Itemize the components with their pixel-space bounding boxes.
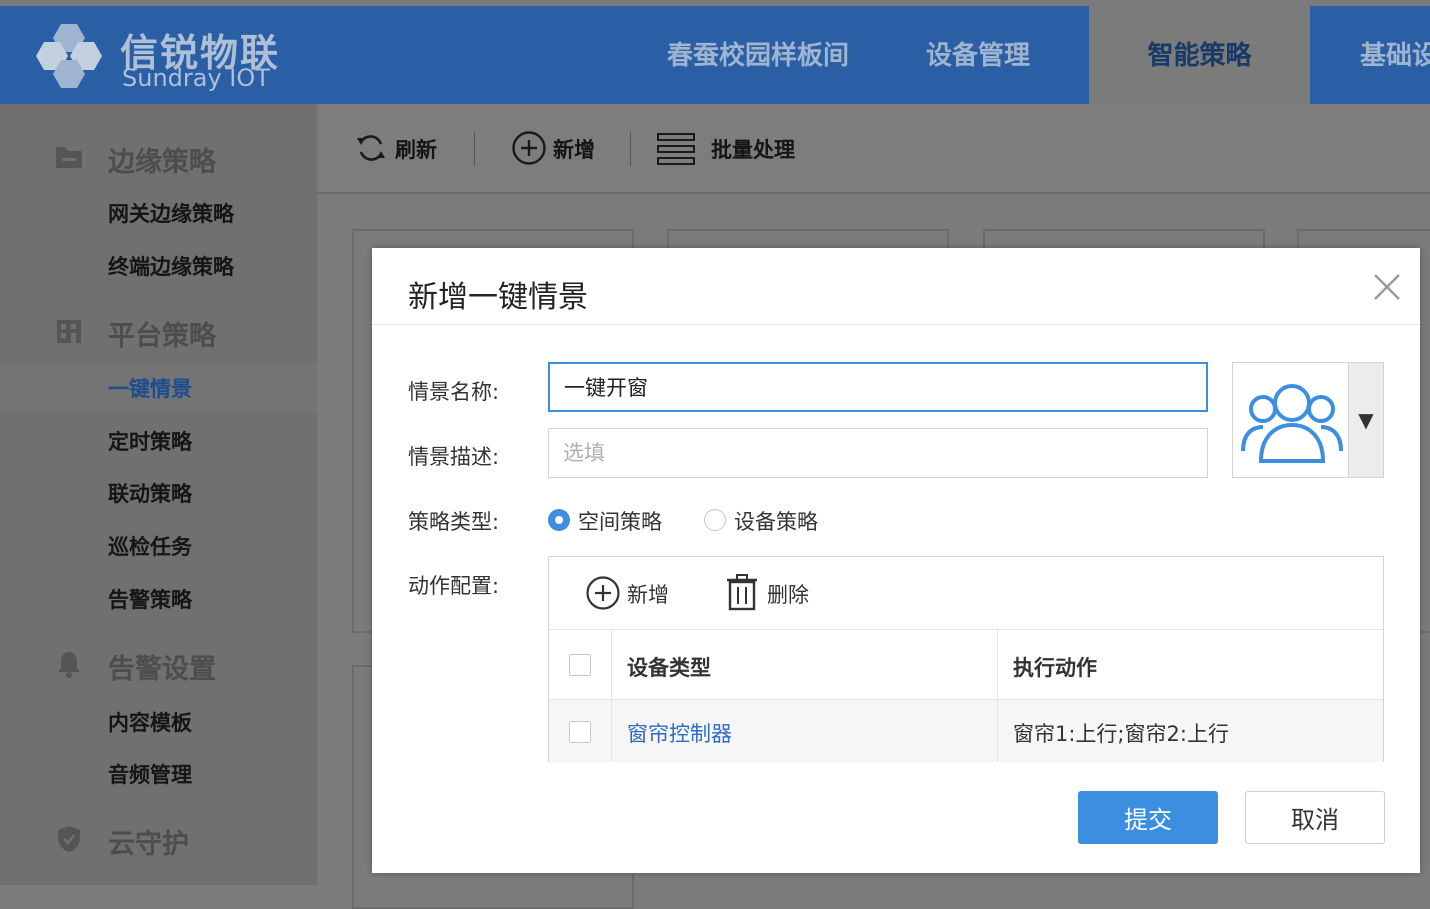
sidebar-group-platform-strategy[interactable]: 平台策略 — [0, 300, 317, 360]
batch-process-button[interactable]: 批量处理 — [657, 130, 807, 166]
sidebar-group-label: 平台策略 — [108, 321, 216, 352]
radio-unchecked-icon — [704, 509, 726, 531]
sidebar-group-alarm-settings[interactable]: 告警设置 — [0, 633, 317, 693]
plus-circle-icon — [586, 576, 620, 610]
batch-process-label: 批量处理 — [711, 138, 795, 162]
radio-checked-icon — [548, 509, 570, 531]
column-header-action: 执行动作 — [1013, 656, 1097, 680]
radio-space-strategy[interactable]: 空间策略 — [548, 506, 678, 536]
action-delete-button[interactable]: 删除 — [725, 573, 815, 613]
add-label: 新增 — [553, 138, 595, 162]
action-add-button[interactable]: 新增 — [585, 573, 675, 613]
users-icon — [1241, 384, 1343, 463]
action-config-label: 动作配置: — [408, 574, 500, 598]
action-add-label: 新增 — [627, 583, 669, 607]
submit-button[interactable]: 提交 — [1078, 791, 1218, 844]
nav-tab-basic[interactable]: 基础设 — [1360, 6, 1430, 104]
toolbar: 刷新 新增 批量处理 — [317, 104, 1430, 194]
sidebar-group-label: 云守护 — [108, 829, 189, 860]
chevron-down-icon[interactable]: ▼ — [1348, 363, 1383, 477]
sidebar: 边缘策略 网关边缘策略 终端边缘策略 平台策略 一键情景 定时策略 联动策略 巡… — [0, 104, 317, 885]
sidebar-group-edge-strategy[interactable]: 边缘策略 — [0, 126, 317, 186]
list-icon — [657, 133, 695, 165]
nav-tab-smart-strategy[interactable]: 智能策略 — [1089, 6, 1310, 104]
dialog-title: 新增一键情景 — [408, 280, 588, 315]
top-header: 信锐物联 Sundray IOT 春蚕校园样板间 设备管理 智能策略 基础设 — [0, 6, 1430, 104]
plus-circle-icon — [512, 131, 546, 165]
refresh-icon — [357, 135, 385, 161]
nav-tab-campus[interactable]: 春蚕校园样板间 — [648, 6, 868, 104]
sidebar-item-alarm-strategy[interactable]: 告警策略 — [0, 574, 317, 624]
strategy-type-label: 策略类型: — [408, 510, 500, 534]
toolbar-divider — [630, 132, 631, 166]
select-all-checkbox[interactable] — [569, 654, 591, 676]
toolbar-divider — [474, 132, 475, 166]
scene-name-label: 情景名称: — [408, 380, 500, 404]
building-icon — [57, 320, 81, 343]
refresh-label: 刷新 — [395, 138, 437, 162]
sidebar-item-linkage-strategy[interactable]: 联动策略 — [0, 468, 317, 518]
scene-description-label: 情景描述: — [408, 445, 500, 469]
row-checkbox[interactable] — [569, 721, 591, 743]
scene-description-input[interactable] — [548, 428, 1208, 478]
sidebar-item-inspection-task[interactable]: 巡检任务 — [0, 521, 317, 571]
scene-name-input[interactable] — [548, 362, 1208, 412]
add-scene-dialog: 新增一键情景 情景名称: 情景描述: ▼ 策略类型: 空间策略 设备策略 — [372, 248, 1420, 873]
sidebar-item-audio-management[interactable]: 音频管理 — [0, 749, 317, 799]
cancel-button[interactable]: 取消 — [1245, 791, 1385, 844]
sidebar-group-cloud-guard[interactable]: 云守护 — [0, 808, 317, 868]
sidebar-item-terminal-edge[interactable]: 终端边缘策略 — [0, 241, 317, 291]
bell-icon — [58, 652, 80, 678]
action-delete-label: 删除 — [767, 583, 809, 607]
action-value: 窗帘1:上行;窗帘2:上行 — [1013, 722, 1229, 746]
add-button[interactable]: 新增 — [511, 130, 611, 166]
sidebar-item-timed-strategy[interactable]: 定时策略 — [0, 416, 317, 466]
column-header-device-type: 设备类型 — [627, 656, 711, 680]
action-config-panel: 新增 删除 设备类型 执行动作 窗帘控制器 窗帘1:上行;窗帘2:上行 — [548, 556, 1384, 762]
sidebar-group-label: 告警设置 — [108, 654, 216, 685]
trash-icon — [727, 574, 757, 611]
folder-icon — [56, 147, 82, 168]
logo-icon — [36, 24, 102, 88]
brand-name-en: Sundray IOT — [122, 64, 270, 92]
refresh-button[interactable]: 刷新 — [355, 130, 445, 166]
radio-device-strategy[interactable]: 设备策略 — [704, 506, 834, 536]
dialog-divider — [372, 324, 1420, 325]
sidebar-item-gateway-edge[interactable]: 网关边缘策略 — [0, 188, 317, 238]
device-type-link[interactable]: 窗帘控制器 — [627, 718, 732, 748]
scene-icon-picker[interactable]: ▼ — [1232, 362, 1384, 478]
sidebar-item-content-template[interactable]: 内容模板 — [0, 697, 317, 747]
table-row: 窗帘控制器 窗帘1:上行;窗帘2:上行 — [549, 699, 1383, 762]
nav-tab-device-management[interactable]: 设备管理 — [878, 6, 1078, 104]
close-icon[interactable] — [1370, 270, 1404, 304]
sidebar-item-one-key-scene[interactable]: 一键情景 — [0, 363, 317, 413]
action-table-header: 设备类型 执行动作 — [549, 629, 1383, 700]
sidebar-group-label: 边缘策略 — [108, 147, 216, 178]
shield-icon — [58, 826, 80, 852]
